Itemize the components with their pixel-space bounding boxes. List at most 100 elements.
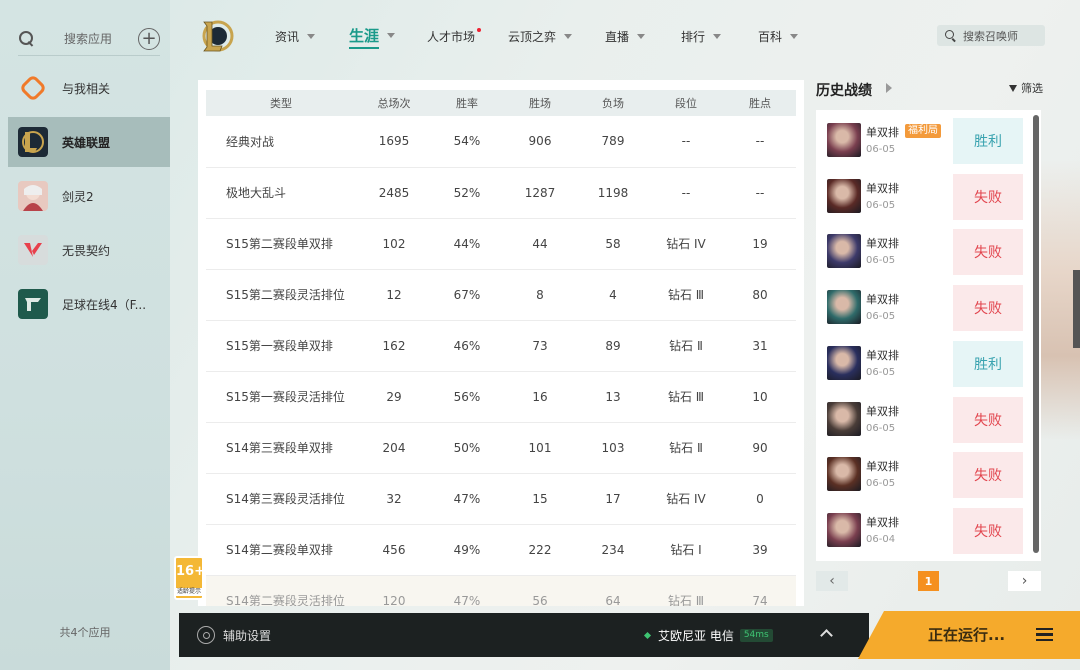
tab-label: 排行 (681, 30, 706, 44)
sidebar-item-valorant[interactable]: 无畏契约 (8, 225, 170, 275)
app-search[interactable]: 搜索应用 + (18, 22, 160, 56)
match-item[interactable]: 单双排 06-05 失败 (816, 277, 1041, 333)
chevron-right-icon[interactable] (886, 83, 892, 93)
match-item[interactable]: 单双排 06-05 胜利 (816, 333, 1041, 389)
assist-settings-button[interactable]: 辅助设置 (197, 626, 271, 644)
match-item[interactable]: 单双排 06-05 失败 (816, 444, 1041, 500)
page-number-button[interactable]: 1 (918, 571, 939, 591)
match-date: 06-05 (866, 478, 896, 490)
next-page-button[interactable]: › (1008, 571, 1041, 591)
match-mode: 单双排 (866, 181, 899, 195)
summoner-search-input[interactable]: 搜索召唤师 (937, 25, 1045, 46)
sidebar-item-fo4[interactable]: 足球在线4（F... (8, 279, 170, 329)
sidebar-item-related[interactable]: 与我相关 (8, 63, 170, 113)
sidebar-item-label: 足球在线4（F... (62, 297, 147, 312)
column-header: 类型 (206, 90, 356, 116)
table-cell: 234 (578, 524, 648, 576)
column-header: 胜场 (502, 90, 578, 116)
table-cell: -- (648, 116, 724, 168)
match-result: 失败 (953, 173, 1023, 220)
match-history-panel: 历史战绩 筛选 单双排 06-05 福利局 胜利 单双排 06-05 失败 单双排 06-05 失… (806, 70, 1080, 610)
sidebar-item-lol[interactable]: 英雄联盟 (8, 117, 170, 167)
table-cell: S15第二赛段单双排 (206, 218, 356, 270)
table-cell: 101 (502, 422, 578, 474)
match-item[interactable]: 单双排 06-05 福利局 胜利 (816, 110, 1041, 166)
fo4-icon (18, 289, 48, 319)
table-cell: 29 (356, 371, 432, 423)
match-mode: 单双排 (866, 293, 899, 307)
table-cell: 钻石 Ⅱ (648, 422, 724, 474)
tab-news[interactable]: 资讯 (275, 28, 316, 45)
match-item[interactable]: 单双排 06-05 失败 (816, 221, 1041, 277)
match-tag-badge: 福利局 (905, 124, 941, 138)
match-result: 失败 (953, 285, 1023, 332)
column-header: 胜点 (724, 90, 796, 116)
table-row: S15第一赛段单双排 162 46% 73 89 钻石 Ⅱ 31 (206, 320, 796, 372)
tab-career[interactable]: 生涯 (349, 25, 396, 49)
match-item[interactable]: 单双排 06-05 失败 (816, 166, 1041, 222)
match-item[interactable]: 单双排 06-05 失败 (816, 389, 1041, 445)
filter-label: 筛选 (1021, 82, 1043, 95)
table-cell: 789 (578, 116, 648, 168)
lol-logo-icon[interactable] (200, 18, 234, 54)
filter-button[interactable]: 筛选 (1009, 80, 1043, 96)
history-title[interactable]: 历史战绩 (816, 80, 872, 100)
tab-ranking[interactable]: 排行 (681, 28, 722, 45)
table-cell: 44 (502, 218, 578, 270)
tab-label: 百科 (758, 30, 783, 44)
match-result: 失败 (953, 452, 1023, 499)
match-mode: 单双排 (866, 515, 899, 529)
table-cell: 54% (432, 116, 502, 168)
prev-page-button[interactable]: ‹ (816, 571, 848, 591)
table-row: S15第二赛段灵活排位 12 67% 8 4 钻石 Ⅲ 80 (206, 269, 796, 321)
table-cell: 89 (578, 320, 648, 372)
champion-avatar (827, 401, 861, 436)
table-cell: 极地大乱斗 (206, 167, 356, 219)
sidebar-item-label: 英雄联盟 (62, 135, 111, 150)
match-item[interactable]: 单双排 06-04 失败 (816, 500, 1041, 556)
server-selector[interactable]: 艾欧尼亚 电信 54ms (643, 627, 773, 644)
career-stats-table: 类型 总场次 胜率 胜场 负场 段位 胜点 经典对战 1695 54% 906 789 -- -- 极地大… (206, 90, 796, 606)
table-row: S14第三赛段单双排 204 50% 101 103 钻石 Ⅱ 90 (206, 422, 796, 474)
running-label: 正在运行... (928, 626, 1006, 644)
table-cell: -- (648, 167, 724, 219)
table-cell: 906 (502, 116, 578, 168)
search-icon (18, 30, 36, 48)
table-cell: 52% (432, 167, 502, 219)
match-list-scrollbar[interactable] (1033, 115, 1039, 553)
server-status-icon (643, 631, 652, 640)
tab-label: 人才市场 (427, 28, 482, 45)
sidebar-item-label: 与我相关 (62, 81, 111, 96)
match-date: 06-05 (866, 255, 896, 267)
add-app-button[interactable]: + (138, 27, 160, 50)
table-cell: 经典对战 (206, 116, 356, 168)
tab-tft[interactable]: 云顶之弈 (508, 28, 573, 45)
match-mode: 单双排 (866, 348, 899, 362)
chevron-down-icon (564, 34, 573, 39)
tab-wiki[interactable]: 百科 (758, 28, 799, 45)
running-button[interactable]: 正在运行... (858, 611, 1080, 659)
chevron-up-icon[interactable] (820, 629, 833, 642)
match-result: 失败 (953, 229, 1023, 276)
tab-live[interactable]: 直播 (605, 28, 646, 45)
notification-dot (477, 28, 482, 32)
column-header: 段位 (648, 90, 724, 116)
table-cell: 2485 (356, 167, 432, 219)
table-cell: 204 (356, 422, 432, 474)
table-cell: S14第三赛段单双排 (206, 422, 356, 474)
table-cell: 44% (432, 218, 502, 270)
table-cell: 103 (578, 422, 648, 474)
tab-talent-market[interactable]: 人才市场 (427, 28, 482, 45)
table-cell: 31 (724, 320, 796, 372)
table-cell: 102 (356, 218, 432, 270)
table-row: S15第一赛段灵活排位 29 56% 16 13 钻石 Ⅲ 10 (206, 371, 796, 423)
match-mode: 单双排 (866, 237, 899, 251)
table-cell: S15第一赛段灵活排位 (206, 371, 356, 423)
column-header: 胜率 (432, 90, 502, 116)
table-cell: 13 (578, 371, 648, 423)
sidebar-item-bns2[interactable]: 剑灵2 (8, 171, 170, 221)
age-rating-badge: 16+ 适龄提示 (174, 556, 205, 600)
menu-icon[interactable] (1036, 628, 1053, 641)
match-date: 06-04 (866, 533, 896, 545)
table-cell: 67% (432, 269, 502, 321)
